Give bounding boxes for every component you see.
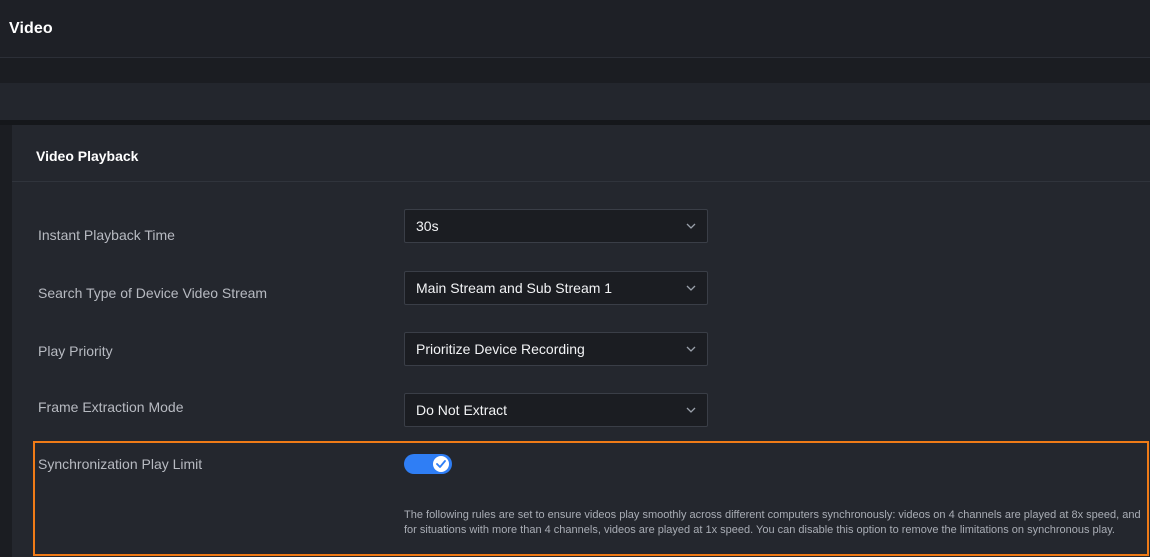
toggle-knob — [433, 456, 449, 472]
video-settings-page: Video Video Playback Instant Playback Ti… — [0, 0, 1150, 557]
header-separator — [0, 58, 1150, 83]
search-type-stream-select[interactable]: Main Stream and Sub Stream 1 — [404, 271, 708, 305]
frame-extraction-mode-label: Frame Extraction Mode — [38, 399, 184, 415]
page-header: Video — [0, 0, 1150, 58]
frame-extraction-mode-select[interactable]: Do Not Extract — [404, 393, 708, 427]
check-icon — [436, 460, 446, 468]
page-title: Video — [9, 20, 53, 37]
search-type-stream-value: Main Stream and Sub Stream 1 — [416, 280, 613, 296]
sync-play-limit-toggle[interactable] — [404, 454, 452, 474]
panel-header: Video Playback — [12, 125, 1150, 182]
search-type-stream-label: Search Type of Device Video Stream — [38, 285, 268, 301]
play-priority-value: Prioritize Device Recording — [416, 341, 585, 357]
play-priority-label: Play Priority — [38, 343, 113, 359]
chevron-down-icon — [686, 346, 696, 352]
instant-playback-time-value: 30s — [416, 218, 439, 234]
instant-playback-time-select[interactable]: 30s — [404, 209, 708, 243]
sync-play-limit-label: Synchronization Play Limit — [38, 456, 203, 472]
sync-play-limit-hint: The following rules are set to ensure vi… — [404, 509, 1141, 536]
chevron-down-icon — [686, 407, 696, 413]
play-priority-select[interactable]: Prioritize Device Recording — [404, 332, 708, 366]
chevron-down-icon — [686, 285, 696, 291]
toolbar-strip — [0, 83, 1150, 120]
chevron-down-icon — [686, 223, 696, 229]
instant-playback-time-label: Instant Playback Time — [38, 227, 175, 243]
panel-title: Video Playback — [36, 148, 139, 164]
frame-extraction-mode-value: Do Not Extract — [416, 402, 508, 418]
